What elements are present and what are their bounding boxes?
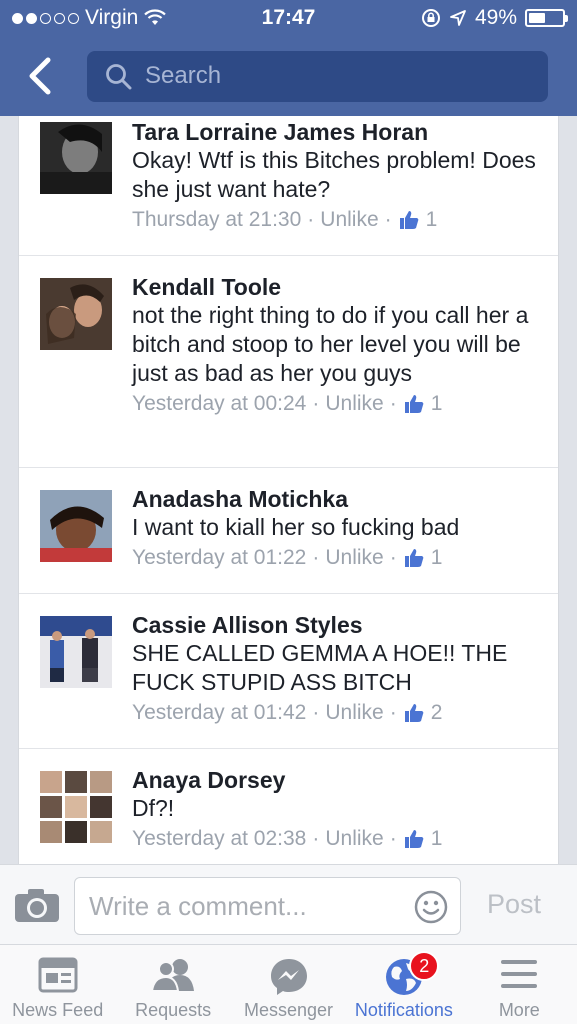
comment-time: Thursday at 21:30 — [132, 208, 302, 231]
unlike-link[interactable]: Unlike — [320, 206, 378, 234]
comment-item: Anaya Dorsey Df?! Yesterday at 02:38 · U… — [19, 749, 558, 864]
tab-bar: News Feed Requests Messenger 2 Notificat… — [0, 944, 577, 1024]
tab-label: Requests — [135, 1000, 212, 1020]
comment-time: Yesterday at 01:22 — [132, 546, 307, 569]
location-icon — [450, 10, 466, 26]
comment-item: Cassie Allison Styles SHE CALLED GEMMA A… — [19, 594, 558, 749]
top-bar: Virgin 17:47 49% — [0, 0, 577, 116]
menu-icon — [501, 960, 538, 988]
search-bar[interactable] — [87, 51, 548, 102]
tab-more[interactable]: More — [462, 945, 577, 1024]
like-count: 2 — [430, 701, 443, 724]
like-count: 1 — [430, 392, 443, 415]
commenter-name[interactable]: Tara Lorraine James Horan — [132, 118, 538, 146]
comment-item: Tara Lorraine James Horan Okay! Wtf is t… — [19, 116, 558, 256]
tab-requests[interactable]: Requests — [115, 945, 230, 1024]
tab-label: News Feed — [12, 1000, 104, 1020]
emoji-icon[interactable] — [414, 890, 448, 924]
unlike-link[interactable]: Unlike — [325, 544, 383, 572]
like-thumb-icon — [404, 395, 424, 413]
commenter-name[interactable]: Anaya Dorsey — [132, 766, 538, 794]
tab-news-feed[interactable]: News Feed — [0, 945, 115, 1024]
rotation-lock-icon — [421, 9, 440, 27]
comment-meta: Thursday at 21:30 · Unlike · 1 — [132, 206, 538, 234]
like-count: 1 — [430, 546, 443, 569]
tab-label: Notifications — [354, 1000, 453, 1020]
search-icon — [106, 64, 132, 90]
messenger-icon — [270, 959, 307, 995]
commenter-name[interactable]: Cassie Allison Styles — [132, 611, 538, 639]
avatar[interactable] — [40, 278, 112, 350]
avatar[interactable] — [40, 490, 112, 562]
tab-label: Messenger — [243, 1000, 334, 1020]
like-count: 1 — [430, 827, 443, 850]
like-count: 1 — [425, 208, 438, 231]
tab-messenger[interactable]: Messenger — [231, 945, 346, 1024]
status-bar: Virgin 17:47 49% — [0, 0, 577, 36]
comment-input[interactable] — [89, 890, 409, 922]
comment-text: I want to kiall her so fucking bad — [132, 514, 460, 540]
battery-percent: 49% — [474, 6, 517, 29]
comment-time: Yesterday at 02:38 — [132, 827, 307, 850]
back-arrow-icon[interactable] — [22, 56, 58, 96]
commenter-name[interactable]: Anadasha Motichka — [132, 485, 538, 513]
commenter-name[interactable]: Kendall Toole — [132, 273, 538, 301]
unlike-link[interactable]: Unlike — [325, 825, 383, 853]
comment-meta: Yesterday at 00:24 · Unlike · 1 — [132, 390, 538, 418]
comment-meta: Yesterday at 02:38 · Unlike · 1 — [132, 825, 538, 853]
avatar[interactable] — [40, 122, 112, 194]
comment-item: Kendall Toole not the right thing to do … — [19, 256, 558, 468]
tab-notifications[interactable]: 2 Notifications — [346, 945, 461, 1024]
comment-item: Anadasha Motichka I want to kiall her so… — [19, 468, 558, 594]
comment-text: Okay! Wtf is this Bitches problem! Does … — [132, 147, 536, 202]
avatar[interactable] — [40, 616, 112, 688]
battery-icon — [525, 9, 568, 27]
comment-text: not the right thing to do if you call he… — [132, 302, 529, 386]
comment-text: SHE CALLED GEMMA A HOE!! THE FUCK STUPID… — [132, 640, 508, 695]
comment-field[interactable] — [74, 877, 461, 935]
notification-badge: 2 — [409, 951, 440, 981]
comment-composer: Post — [0, 864, 577, 944]
tab-label: More — [498, 1000, 540, 1020]
comment-text: Df?! — [132, 795, 175, 821]
comment-time: Yesterday at 01:42 — [132, 701, 307, 724]
requests-icon — [150, 959, 195, 992]
unlike-link[interactable]: Unlike — [325, 699, 383, 727]
like-thumb-icon — [404, 704, 424, 722]
like-thumb-icon — [399, 211, 418, 229]
comments-list: Tara Lorraine James Horan Okay! Wtf is t… — [18, 116, 559, 864]
camera-icon[interactable] — [14, 887, 60, 923]
comment-meta: Yesterday at 01:42 · Unlike · 2 — [132, 699, 538, 727]
news-feed-icon — [38, 957, 78, 993]
unlike-link[interactable]: Unlike — [325, 390, 383, 418]
like-thumb-icon — [404, 830, 424, 848]
comment-meta: Yesterday at 01:22 · Unlike · 1 — [132, 544, 538, 572]
like-thumb-icon — [404, 549, 424, 567]
search-input[interactable] — [145, 59, 525, 93]
post-button[interactable]: Post — [487, 889, 541, 920]
avatar[interactable] — [40, 771, 112, 843]
status-right: 49% — [421, 6, 568, 30]
comment-time: Yesterday at 00:24 — [132, 392, 307, 415]
